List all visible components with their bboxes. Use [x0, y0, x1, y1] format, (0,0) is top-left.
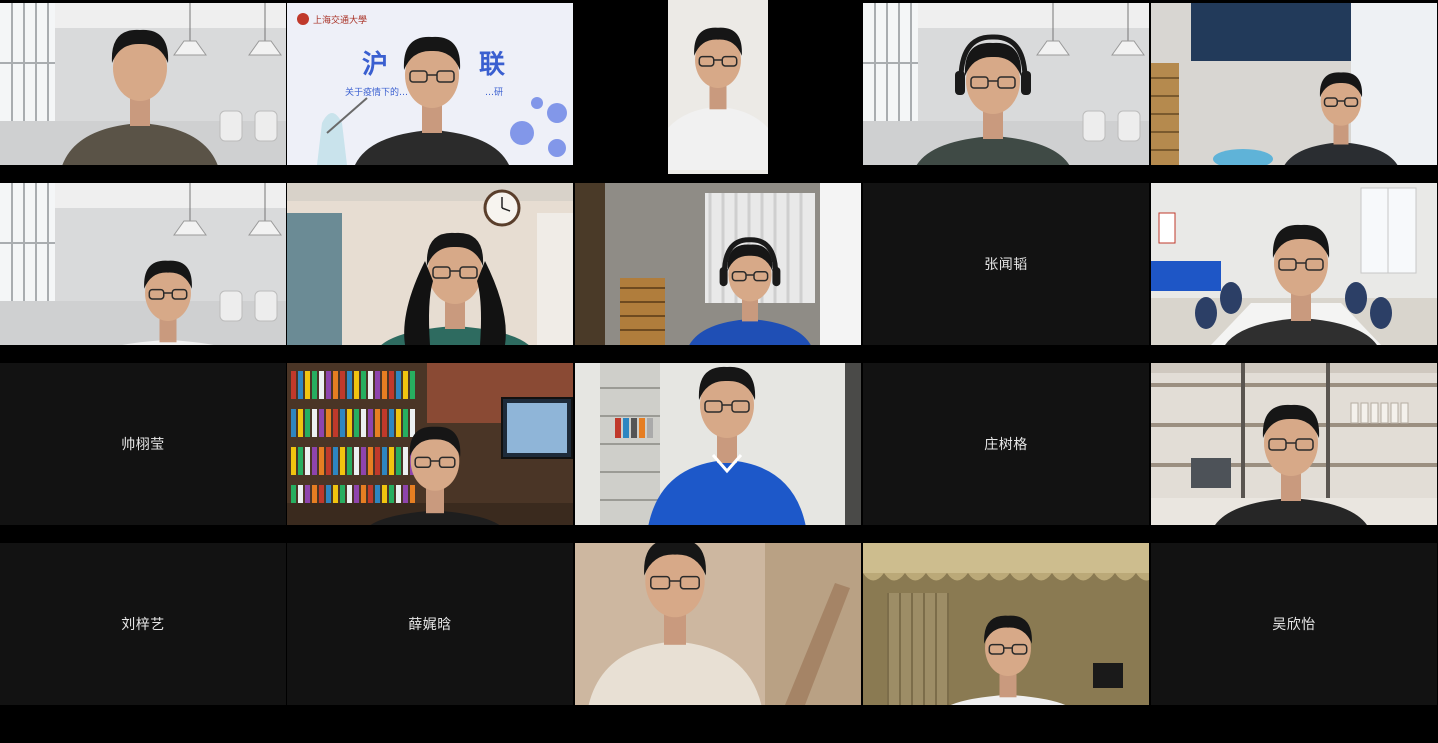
poster-subtitle: 关于疫情下的…	[345, 86, 408, 98]
participant-video-tile[interactable]	[863, 3, 1149, 165]
video-feed	[1151, 3, 1437, 165]
participant-name: 张闻韬	[984, 257, 1028, 273]
participant-name-tile[interactable]: 庄树格	[863, 363, 1149, 525]
participant-name: 刘梓艺	[121, 617, 165, 633]
video-feed	[1151, 183, 1437, 345]
video-feed	[287, 363, 573, 525]
participant-video-tile[interactable]	[0, 3, 286, 165]
poster-title-right: 联	[479, 50, 505, 80]
video-feed	[1151, 363, 1437, 525]
participant-name-tile[interactable]: 刘梓艺	[0, 543, 286, 705]
participant-name: 薛娓晗	[408, 617, 452, 633]
video-feed	[575, 543, 861, 705]
participant-video-tile[interactable]	[575, 183, 861, 345]
bottom-bar	[0, 706, 1438, 743]
participant-name-tile[interactable]: 薛娓晗	[287, 543, 573, 705]
video-feed	[863, 543, 1149, 705]
video-feed	[287, 183, 573, 345]
participant-video-tile[interactable]	[0, 183, 286, 345]
video-feed	[575, 183, 861, 345]
participant-video-tile[interactable]	[287, 183, 573, 345]
participant-name-tile[interactable]: 张闻韬	[863, 183, 1149, 345]
participant-video-tile[interactable]	[1151, 3, 1437, 165]
video-feed	[0, 3, 286, 165]
participant-video-tile[interactable]: 上海交通大學沪 联关于疫情下的… …研	[287, 3, 573, 165]
participant-video-tile[interactable]	[668, 0, 768, 174]
video-gallery: 上海交通大學沪 联关于疫情下的… …研 张闻韬 帅栩莹 庄树格 刘梓艺 薛娓晗 吴欣…	[0, 0, 1438, 743]
poster-subtitle-right: …研	[485, 87, 503, 98]
video-feed	[575, 363, 861, 525]
video-feed: 上海交通大學沪 联关于疫情下的… …研	[287, 3, 573, 165]
participant-name: 帅栩莹	[121, 437, 165, 453]
participant-name: 吴欣怡	[1272, 617, 1316, 633]
participant-video-tile[interactable]	[863, 543, 1149, 705]
participant-video-tile[interactable]	[1151, 183, 1437, 345]
participant-name: 庄树格	[984, 437, 1028, 453]
participant-name-tile[interactable]: 帅栩莹	[0, 363, 286, 525]
video-feed	[863, 3, 1149, 165]
poster-brand: 上海交通大學	[313, 14, 367, 26]
poster-title: 沪	[362, 50, 388, 80]
participant-name-tile[interactable]: 吴欣怡	[1151, 543, 1437, 705]
participant-video-tile[interactable]	[575, 363, 861, 525]
video-feed	[668, 0, 768, 174]
participant-video-tile[interactable]	[287, 363, 573, 525]
participant-video-tile[interactable]	[1151, 363, 1437, 525]
video-feed	[0, 183, 286, 345]
participant-video-tile[interactable]	[575, 543, 861, 705]
